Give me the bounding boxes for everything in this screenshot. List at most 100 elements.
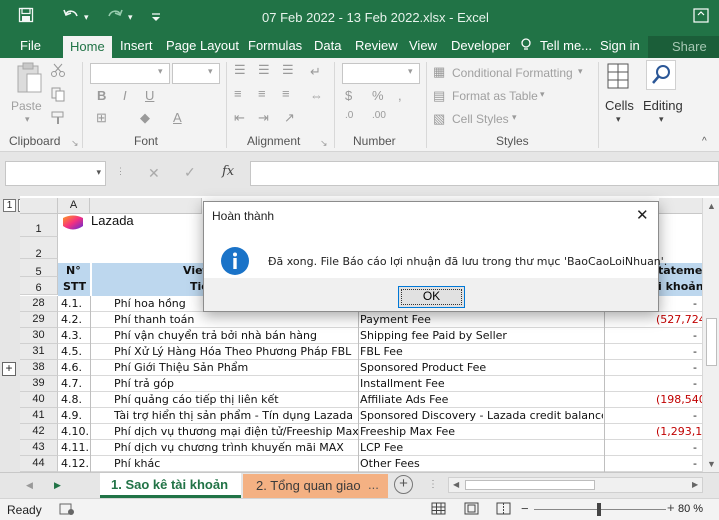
cell-stt[interactable]: 4.5. bbox=[61, 344, 89, 360]
cell-amount[interactable]: - bbox=[606, 440, 702, 456]
macro-record-icon[interactable] bbox=[59, 502, 75, 519]
format-painter-icon[interactable] bbox=[50, 110, 66, 129]
redo-icon[interactable] bbox=[106, 7, 124, 28]
cell-amount[interactable]: - bbox=[606, 408, 702, 424]
share-button[interactable]: Share bbox=[648, 36, 719, 58]
new-sheet-icon[interactable]: + bbox=[394, 475, 413, 494]
cell-styles-button[interactable]: Cell Styles bbox=[452, 112, 509, 126]
format-as-table-button[interactable]: Format as Table bbox=[452, 89, 538, 103]
zoom-in-icon[interactable]: + bbox=[667, 500, 675, 515]
column-header[interactable] bbox=[90, 198, 202, 214]
row-header[interactable]: 29 bbox=[20, 312, 58, 328]
italic-icon[interactable]: I bbox=[123, 88, 127, 103]
cell-stt[interactable]: 4.3. bbox=[61, 328, 89, 344]
cell-styles-dropdown-icon[interactable]: ▾ bbox=[512, 112, 517, 123]
scroll-down-icon[interactable]: ▼ bbox=[707, 459, 716, 469]
tab-data[interactable]: Data bbox=[314, 38, 341, 58]
cell-english[interactable]: Payment Fee bbox=[360, 312, 603, 328]
font-color-icon[interactable]: A bbox=[173, 110, 182, 125]
row-header[interactable]: 42 bbox=[20, 424, 58, 440]
cancel-entry-icon[interactable]: ✕ bbox=[148, 165, 160, 182]
vertical-scrollbar[interactable]: ▲ ▼ bbox=[702, 198, 719, 472]
scroll-left-icon[interactable]: ◀ bbox=[453, 480, 459, 489]
cell-english[interactable]: Sponsored Discovery - Lazada credit bala… bbox=[360, 408, 603, 424]
zoom-out-icon[interactable]: − bbox=[521, 501, 529, 516]
cell-vietnamese[interactable]: Tài trợ hiển thị sản phẩm - Tín dụng Laz… bbox=[114, 408, 359, 424]
cell-english[interactable]: LCP Fee bbox=[360, 440, 603, 456]
copy-icon[interactable] bbox=[50, 86, 66, 105]
editing-dropdown-icon[interactable]: ▾ bbox=[659, 114, 664, 125]
page-break-view-icon[interactable] bbox=[496, 502, 511, 518]
sheet-tab-sao-ke[interactable]: 1. Sao kê tài khoản bbox=[100, 473, 241, 498]
redo-dropdown-icon[interactable]: ▾ bbox=[128, 12, 133, 23]
align-middle-icon[interactable]: ☰ bbox=[258, 62, 270, 78]
tab-file[interactable]: File bbox=[20, 38, 41, 58]
merge-center-icon[interactable]: ⇔ bbox=[310, 88, 323, 103]
cells-dropdown-icon[interactable]: ▾ bbox=[616, 114, 621, 125]
tab-insert[interactable]: Insert bbox=[120, 38, 153, 58]
cell-amount[interactable]: (1,293,173 bbox=[606, 424, 702, 440]
row-header[interactable]: 1 bbox=[20, 214, 58, 237]
name-box[interactable]: ▾ bbox=[5, 161, 106, 186]
align-center-icon[interactable]: ≡ bbox=[258, 86, 266, 101]
row-header[interactable]: 5 bbox=[20, 259, 58, 278]
formula-bar-grip-icon[interactable]: ⋮ bbox=[116, 166, 125, 177]
name-box-dropdown-icon[interactable]: ▾ bbox=[96, 167, 101, 178]
select-all-corner[interactable] bbox=[20, 198, 58, 214]
accounting-format-icon[interactable]: $ bbox=[345, 88, 352, 103]
decrease-decimal-icon[interactable]: .00 bbox=[372, 110, 386, 121]
cell-english[interactable]: Other Fees bbox=[360, 456, 603, 472]
undo-dropdown-icon[interactable]: ▾ bbox=[84, 12, 89, 23]
cell-stt[interactable]: 4.1. bbox=[61, 296, 89, 312]
cell-vietnamese[interactable]: Phí khác bbox=[114, 456, 359, 472]
clipboard-launcher-icon[interactable]: ↘ bbox=[71, 138, 79, 149]
paste-dropdown-icon[interactable]: ▾ bbox=[25, 114, 30, 125]
align-bottom-icon[interactable]: ☰ bbox=[282, 62, 294, 78]
more-sheets-button[interactable]: ... bbox=[368, 477, 379, 492]
borders-icon[interactable]: ⊞ bbox=[96, 110, 107, 126]
decrease-indent-icon[interactable]: ⇤ bbox=[234, 110, 245, 126]
expand-group-button[interactable]: + bbox=[2, 362, 16, 376]
cell-vietnamese[interactable]: Phí trả góp bbox=[114, 376, 359, 392]
cell-amount[interactable]: (527,724 bbox=[606, 312, 702, 328]
cell-amount[interactable]: (198,540 bbox=[606, 392, 702, 408]
insert-function-icon[interactable]: fx bbox=[222, 164, 234, 179]
row-header[interactable]: 39 bbox=[20, 376, 58, 392]
ribbon-display-options-icon[interactable] bbox=[691, 6, 711, 26]
increase-indent-icon[interactable]: ⇥ bbox=[258, 110, 269, 126]
confirm-entry-icon[interactable]: ✓ bbox=[184, 164, 196, 181]
cell-stt[interactable]: 4.11. bbox=[61, 440, 89, 456]
cell-amount[interactable]: - bbox=[606, 360, 702, 376]
cell-vietnamese[interactable]: Phí dịch vụ chương trình khuyến mãi MAX bbox=[114, 440, 359, 456]
horizontal-scroll-thumb[interactable] bbox=[465, 480, 595, 490]
row-header[interactable]: 38 bbox=[20, 360, 58, 376]
row-header[interactable]: 6 bbox=[20, 277, 58, 295]
normal-view-icon[interactable] bbox=[431, 502, 446, 518]
cell-stt[interactable]: 4.9. bbox=[61, 408, 89, 424]
cell-vietnamese[interactable]: Phí Xử Lý Hàng Hóa Theo Phương Pháp FBL bbox=[114, 344, 359, 360]
percent-style-icon[interactable]: % bbox=[372, 88, 384, 103]
align-left-icon[interactable]: ≡ bbox=[234, 86, 242, 101]
orientation-icon[interactable]: ↗ bbox=[284, 110, 295, 126]
tab-review[interactable]: Review bbox=[355, 38, 398, 58]
row-header[interactable]: 30 bbox=[20, 328, 58, 344]
cell-vietnamese[interactable]: Phí vận chuyển trả bởi nhà bán hàng bbox=[114, 328, 359, 344]
fill-color-icon[interactable]: ◆ bbox=[140, 110, 150, 126]
tell-me-search[interactable]: Tell me... bbox=[540, 38, 592, 58]
wrap-text-icon[interactable]: ↵ bbox=[310, 64, 321, 80]
tab-home[interactable]: Home bbox=[63, 36, 112, 58]
editing-button[interactable]: Editing bbox=[643, 98, 683, 113]
paste-icon[interactable] bbox=[14, 62, 44, 97]
cell-stt[interactable]: 4.12. bbox=[61, 456, 89, 472]
number-format-dropdown-icon[interactable]: ▾ bbox=[408, 66, 413, 77]
column-header-a[interactable]: A bbox=[58, 198, 90, 214]
row-header[interactable]: 2 bbox=[20, 237, 58, 260]
row-header[interactable]: 28 bbox=[20, 296, 58, 312]
cells-button[interactable]: Cells bbox=[605, 98, 634, 113]
cell-amount[interactable]: - bbox=[606, 376, 702, 392]
tab-view[interactable]: View bbox=[409, 38, 437, 58]
cell-stt[interactable]: 4.7. bbox=[61, 376, 89, 392]
scroll-up-icon[interactable]: ▲ bbox=[707, 201, 716, 211]
cell-amount[interactable]: - bbox=[606, 328, 702, 344]
cut-icon[interactable] bbox=[50, 62, 66, 81]
